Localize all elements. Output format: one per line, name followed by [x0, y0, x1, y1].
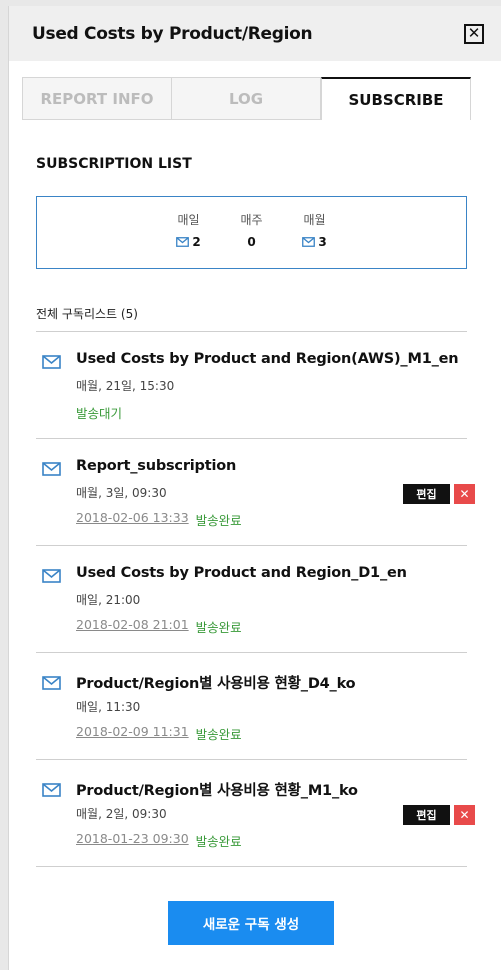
edit-button[interactable]: 편집 — [403, 484, 450, 504]
summary-daily: 매일 2 — [172, 211, 205, 268]
close-icon: ✕ — [459, 808, 470, 822]
list-item[interactable]: Product/Region별 사용비용 현황_M1_ko 매월, 2일, 09… — [36, 760, 475, 867]
status-badge: 발송완료 — [195, 727, 242, 742]
subscription-title: Product/Region별 사용비용 현황_M1_ko — [76, 783, 358, 799]
send-date-link[interactable]: 2018-02-09 11:31 — [76, 724, 189, 743]
send-date-link[interactable]: 2018-02-08 21:01 — [76, 617, 189, 636]
subscription-title: Product/Region별 사용비용 현황_D4_ko — [76, 676, 356, 692]
summary-weekly: 매주 0 — [235, 211, 268, 268]
send-date-link[interactable]: 2018-01-23 09:30 — [76, 831, 189, 850]
subscription-schedule: 매월, 3일, 09:30 — [76, 486, 167, 500]
subscription-schedule: 매월, 21일, 15:30 — [76, 379, 175, 393]
close-button[interactable]: ✕ — [464, 23, 484, 44]
status-badge: 발송대기 — [76, 406, 123, 421]
summary-monthly-count: 3 — [318, 235, 327, 249]
subscription-summary: 매일 2 매주 0 매월 3 — [36, 196, 467, 269]
mail-icon — [176, 237, 190, 247]
edit-button[interactable]: 편집 — [403, 805, 450, 825]
subscription-schedule: 매일, 11:30 — [76, 700, 141, 714]
mail-icon — [42, 355, 61, 369]
subscription-title: Used Costs by Product and Region_D1_en — [76, 565, 407, 581]
all-subscriptions-header: 전체 구독리스트 (5) — [36, 307, 138, 321]
delete-button[interactable]: ✕ — [454, 484, 475, 504]
summary-monthly: 매월 3 — [298, 211, 331, 268]
subscription-list: Used Costs by Product and Region(AWS)_M1… — [36, 331, 475, 867]
summary-monthly-label: 매월 — [303, 213, 326, 227]
summary-weekly-label: 매주 — [240, 213, 263, 227]
tab-log[interactable]: LOG — [172, 77, 321, 120]
subscription-list-title: SUBSCRIPTION LIST — [36, 156, 192, 172]
status-badge: 발송완료 — [195, 620, 242, 635]
status-badge: 발송완료 — [195, 513, 242, 528]
mail-icon — [302, 237, 316, 247]
tab-report-info[interactable]: REPORT INFO — [23, 77, 172, 120]
mail-icon — [42, 783, 61, 797]
list-item[interactable]: Used Costs by Product and Region(AWS)_M1… — [36, 332, 467, 439]
subscription-schedule: 매월, 2일, 09:30 — [76, 807, 167, 821]
mail-icon — [42, 569, 61, 583]
mail-icon — [42, 676, 61, 690]
list-item[interactable]: Report_subscription 매월, 3일, 09:30 2018-0… — [36, 439, 475, 546]
list-item[interactable]: Product/Region별 사용비용 현황_D4_ko 매일, 11:30 … — [36, 653, 467, 760]
subscription-schedule: 매일, 21:00 — [76, 593, 141, 607]
send-date-link[interactable]: 2018-02-06 13:33 — [76, 510, 189, 529]
subscription-title: Used Costs by Product and Region(AWS)_M1… — [76, 351, 459, 367]
create-subscription-button[interactable]: 새로운 구독 생성 — [168, 901, 334, 945]
panel-header: Used Costs by Product/Region ✕ — [9, 6, 501, 61]
panel-title: Used Costs by Product/Region — [32, 23, 313, 44]
tab-bar: REPORT INFO LOG SUBSCRIBE — [22, 77, 471, 120]
mail-icon — [42, 462, 61, 476]
status-badge: 발송완료 — [195, 834, 242, 849]
list-item[interactable]: Used Costs by Product and Region_D1_en 매… — [36, 546, 467, 653]
tab-subscribe[interactable]: SUBSCRIBE — [321, 77, 471, 120]
summary-daily-count: 2 — [192, 235, 201, 249]
summary-daily-label: 매일 — [177, 213, 200, 227]
subscription-title: Report_subscription — [76, 458, 237, 474]
close-icon: ✕ — [459, 487, 470, 501]
delete-button[interactable]: ✕ — [454, 805, 475, 825]
close-icon: ✕ — [467, 24, 481, 42]
summary-weekly-count: 0 — [247, 235, 256, 249]
